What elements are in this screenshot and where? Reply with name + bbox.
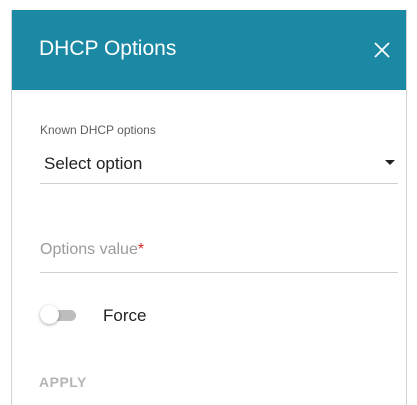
force-toggle[interactable] <box>40 304 80 326</box>
options-value-field[interactable]: Options value* <box>40 232 398 273</box>
dialog-title: DHCP Options <box>39 37 177 60</box>
options-value-input[interactable] <box>40 232 398 272</box>
close-button[interactable] <box>367 35 397 65</box>
dialog-header: DHCP Options <box>12 10 406 90</box>
page-background: DHCP Options Known DHCP options Select o… <box>0 0 417 405</box>
close-icon <box>374 42 390 58</box>
apply-button[interactable]: APPLY <box>39 374 87 390</box>
caret-down-icon <box>385 160 395 165</box>
force-label: Force <box>103 306 147 325</box>
dhcp-options-dialog: DHCP Options Known DHCP options Select o… <box>11 10 407 405</box>
toggle-knob <box>40 305 59 324</box>
known-dhcp-options-select[interactable]: Select option <box>40 142 398 184</box>
known-dhcp-options-label: Known DHCP options <box>40 123 156 137</box>
select-value: Select option <box>44 154 143 173</box>
